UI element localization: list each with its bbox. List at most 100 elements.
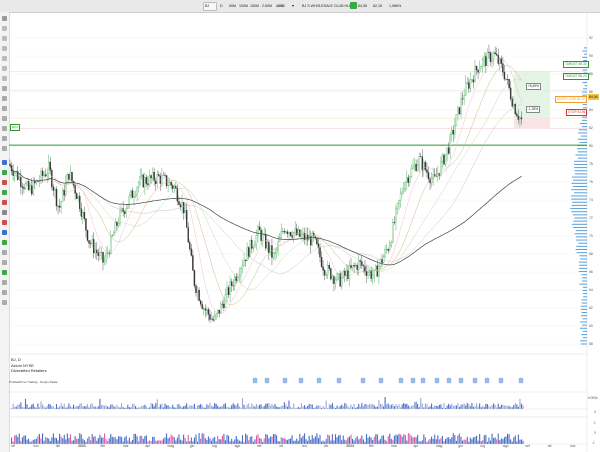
ok-icon[interactable] — [2, 270, 7, 275]
profile-bar — [575, 239, 587, 241]
grid-icon[interactable] — [2, 250, 7, 255]
oscillator-bar — [117, 436, 120, 444]
volume-bar — [12, 403, 14, 409]
candle-body — [410, 168, 413, 177]
eye-icon[interactable] — [2, 136, 7, 141]
volume-bar — [35, 407, 37, 409]
volume-bar — [427, 407, 430, 409]
oscillator-bar — [395, 434, 397, 444]
text-tool-icon[interactable] — [2, 86, 7, 91]
sell-icon[interactable] — [2, 180, 7, 185]
price-tick-label: 66 — [589, 270, 593, 274]
candle-body — [361, 261, 363, 266]
up-arrow-icon[interactable] — [2, 190, 7, 195]
candle-body — [173, 186, 176, 189]
volume-bar — [217, 405, 219, 409]
candle-body — [347, 270, 349, 279]
oscillator-bar — [184, 437, 186, 444]
tab-1[interactable]: 100M — [239, 3, 248, 9]
candle-body — [483, 56, 486, 60]
profile-bar — [575, 236, 587, 238]
volume-bar — [293, 403, 295, 409]
volume-bar — [497, 403, 499, 409]
buy-icon[interactable] — [2, 170, 7, 175]
volume-bar — [131, 403, 133, 409]
sector-name: Diversified Retailers — [11, 368, 47, 373]
oscillator-bar — [76, 438, 78, 444]
tab-2[interactable]: 150M — [250, 3, 259, 9]
pitchfork-icon[interactable] — [2, 66, 7, 71]
channel-tool-icon[interactable] — [2, 46, 7, 51]
volume-bar — [76, 406, 78, 409]
oscillator-bar — [469, 437, 471, 444]
target1-label[interactable]: TARGET 88,30 — [563, 61, 589, 68]
tab-active[interactable]: 100D — [276, 3, 285, 9]
volume-bar — [455, 405, 457, 409]
moving-average-line — [9, 65, 522, 305]
oscillator-bar — [176, 437, 178, 444]
more-icon[interactable] — [2, 300, 7, 305]
fibonacci-icon[interactable] — [2, 56, 7, 61]
layers-icon[interactable] — [2, 260, 7, 265]
down-arrow-icon[interactable] — [2, 200, 7, 205]
candle-body — [478, 68, 481, 73]
candle-body — [409, 176, 411, 183]
volume-bar — [85, 406, 87, 409]
oscillator-bar — [252, 441, 254, 444]
candle-body — [404, 182, 406, 190]
oscillator-bar — [389, 433, 391, 444]
volume-bar — [158, 407, 160, 409]
time-tick-label: lug — [480, 444, 486, 448]
price-tick-label: 76 — [589, 180, 593, 184]
volume-bar — [381, 404, 383, 409]
interval-selector[interactable]: D — [220, 3, 223, 9]
profile-bar — [578, 132, 587, 134]
volume-bar — [355, 407, 357, 409]
line-tool-icon[interactable] — [2, 26, 7, 31]
ellipse-tool-icon[interactable] — [2, 210, 7, 215]
rectangle-tool-icon[interactable] — [2, 76, 7, 81]
tab-0[interactable]: 50M — [229, 3, 236, 9]
volume-bar — [26, 404, 28, 409]
chevron-down-icon[interactable]: ▾ — [292, 3, 294, 9]
marker-icon[interactable] — [2, 220, 7, 225]
cursor-icon[interactable] — [2, 16, 7, 21]
time-tick-label: nov — [301, 444, 308, 448]
measure-icon[interactable] — [2, 96, 7, 101]
redo-icon[interactable] — [2, 290, 7, 295]
magnet-icon[interactable] — [2, 116, 7, 121]
volume-bar — [294, 407, 296, 409]
oscillator-bar — [517, 434, 519, 444]
volume-bar — [192, 405, 194, 409]
volume-bar — [390, 404, 392, 409]
oscillator-bar — [421, 440, 423, 444]
profile-bar — [582, 50, 587, 52]
price-chart[interactable] — [9, 12, 600, 452]
volume-bar — [248, 403, 250, 409]
undo-icon[interactable] — [2, 280, 7, 285]
candle-body — [110, 235, 112, 255]
oscillator-bar — [43, 440, 45, 444]
oscillator-bar — [472, 437, 474, 444]
settings-icon[interactable] — [2, 230, 7, 235]
volume-bar — [468, 403, 470, 409]
template-icon[interactable] — [2, 240, 7, 245]
profile-bar — [578, 271, 587, 273]
tab-3[interactable]: 2.60M — [262, 3, 272, 9]
alert-icon[interactable] — [2, 160, 7, 165]
candle-body — [333, 276, 335, 284]
earnings-marker — [360, 377, 366, 384]
volume-bar — [276, 406, 278, 409]
volume-bar — [145, 406, 147, 409]
ray-tool-icon[interactable] — [2, 36, 7, 41]
entry-label[interactable]: ENTRY LOW 83,12 — [555, 96, 587, 103]
target2-label[interactable]: TARGET 86,23 — [563, 73, 589, 80]
stop-label[interactable]: STOP 81,96 — [566, 109, 588, 116]
oscillator-bar — [468, 441, 470, 444]
volume-bar — [424, 403, 426, 409]
zoom-icon[interactable] — [2, 106, 7, 111]
oscillator-bar — [479, 433, 481, 444]
oscillator-bar — [426, 441, 428, 444]
lock-icon[interactable] — [2, 126, 7, 131]
trash-icon[interactable] — [2, 146, 7, 151]
